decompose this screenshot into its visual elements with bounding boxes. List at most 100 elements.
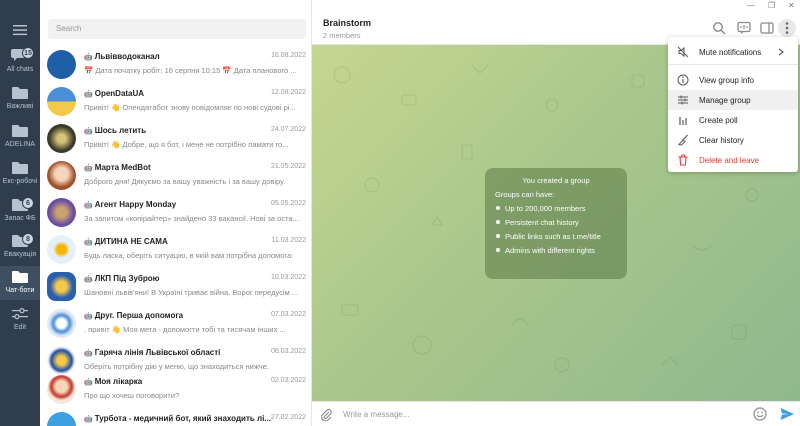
chat-item[interactable]: 🤖 ДИТИНА НЕ САМА 11.03.2022 Будь ласка, о…: [40, 231, 311, 268]
sidebar-toggle-icon[interactable]: [760, 21, 774, 35]
bot-icon: 🤖: [84, 239, 93, 246]
bot-icon: 🤖: [84, 165, 93, 172]
chat-item[interactable]: 🤖 Турбота - медичний бот, який знаходить …: [40, 408, 311, 426]
send-icon[interactable]: [779, 406, 795, 422]
restore-button[interactable]: ❐: [768, 1, 775, 10]
folder-icon: [12, 162, 28, 174]
bot-icon: 🤖: [84, 313, 93, 320]
folder-important[interactable]: Важливі: [0, 86, 40, 124]
attach-icon[interactable]: [320, 408, 332, 421]
menu-item-mute[interactable]: Mute notifications: [668, 42, 798, 62]
chat-preview: Доброго дня! Дякуємо за вашу уважність і…: [84, 177, 286, 186]
unread-badge: 6: [22, 197, 34, 209]
folder-icon: [12, 125, 28, 137]
chat-name: Гаряча лінія Львівської області: [94, 348, 221, 357]
folder-label: Чат-боти: [5, 287, 35, 294]
emoji-icon[interactable]: [753, 407, 767, 421]
chat-name: Агент Happy Monday: [94, 200, 177, 209]
menu-item-label: Create poll: [699, 116, 738, 125]
menu-item-create-poll[interactable]: Create poll: [668, 110, 798, 130]
menu-item-view-group-info[interactable]: View group info: [668, 70, 798, 90]
chat-name: Турбота - медичний бот, який знаходить л…: [94, 414, 271, 423]
unread-badge: 15: [22, 47, 34, 59]
chat-date: 24.07.2022: [270, 126, 306, 133]
folder-label: Екс-робочі: [2, 178, 38, 185]
search-icon[interactable]: [712, 21, 726, 35]
chat-item[interactable]: 🤖 Агент Happy Monday 05.05.2022 За запито…: [40, 194, 311, 231]
sliders-icon: [12, 308, 28, 320]
broom-icon: [678, 134, 688, 146]
chat-item[interactable]: 🤖 Моя лікарка 02.03.2022 Про що хочеш пог…: [40, 371, 311, 408]
minimize-button[interactable]: —: [747, 1, 755, 10]
chat-preview: Привіт! 👋 Добре, що я бот, і мене не пот…: [84, 140, 289, 149]
video-chat-icon[interactable]: [737, 21, 751, 35]
chat-options-menu: Mute notifications View group info Manag…: [668, 37, 798, 172]
chat-item[interactable]: 🤖 Марта MedBot 21.05.2022 Доброго дня! Дя…: [40, 157, 311, 194]
chat-date: 27.02.2022: [270, 414, 306, 421]
menu-item-manage-group[interactable]: Manage group: [668, 90, 798, 110]
poll-icon: [679, 117, 687, 125]
service-list-item: Up to 200,000 members: [495, 204, 617, 213]
bot-icon: 🤖: [84, 91, 93, 98]
service-heading: Groups can have:: [495, 190, 555, 199]
folder-rail: 15 All chats Важливі ADELINA Екс-робочі …: [0, 0, 40, 426]
message-input[interactable]: Write a message...: [343, 410, 410, 419]
chat-item[interactable]: 🤖 Шось летить 24.07.2022 Привіт! 👋 Добре,…: [40, 120, 311, 157]
bot-icon: 🤖: [84, 276, 93, 283]
more-options-button[interactable]: [778, 19, 796, 37]
folder-ex-work[interactable]: Екс-робочі: [0, 161, 40, 199]
folder-label: Евакуація: [3, 251, 36, 258]
menu-item-label: Manage group: [699, 96, 751, 105]
chat-list: Search 🤖 Львівводоканал 16.08.2022 📅 Дата…: [40, 0, 312, 426]
avatar: [47, 87, 76, 116]
folder-fb-reserve[interactable]: 6 Запас ФБ: [0, 197, 40, 236]
bot-icon: 🤖: [84, 379, 93, 386]
search-input[interactable]: Search: [48, 19, 306, 39]
chat-title: Brainstorm: [323, 18, 372, 28]
avatar: [47, 309, 76, 338]
service-list-item: Persistent chat history: [495, 218, 617, 227]
chat-preview: Оберіть потрібну дію у меню, що знаходит…: [84, 362, 269, 371]
menu-item-clear-history[interactable]: Clear history: [668, 130, 798, 150]
avatar: [47, 235, 76, 264]
chat-name: Моя лікарка: [94, 377, 143, 386]
bot-icon: 🤖: [84, 128, 93, 135]
message-composer: Write a message...: [312, 401, 800, 426]
close-window-button[interactable]: ✕: [788, 1, 795, 10]
folder-all-chats[interactable]: 15 All chats: [0, 47, 40, 86]
group-created-message: You created a group Groups can have: Up …: [485, 168, 627, 279]
member-count: 2 members: [323, 31, 361, 40]
service-list-item: Admins with different rights: [495, 246, 617, 255]
folder-adelina[interactable]: ADELINA: [0, 124, 40, 162]
folder-label: ADELINA: [5, 141, 35, 148]
chat-item[interactable]: 🤖 Львівводоканал 16.08.2022 📅 Дата початк…: [40, 46, 311, 83]
chat-item[interactable]: 🤖 ЛКП Під Зуброю 10.03.2022 Шановні львів…: [40, 268, 311, 305]
folder-edit[interactable]: Edit: [0, 308, 40, 346]
mute-icon: [677, 46, 689, 58]
menu-separator: [668, 64, 798, 65]
menu-item-label: Clear history: [699, 136, 744, 145]
avatar: [47, 272, 76, 301]
chat-date: 07.03.2022: [270, 311, 306, 318]
chat-name: Шось летить: [94, 126, 147, 135]
main-menu-button[interactable]: [0, 18, 40, 42]
folder-label: Важливі: [6, 103, 34, 110]
trash-icon: [678, 154, 688, 166]
menu-item-delete-and-leave[interactable]: Delete and leave: [668, 150, 798, 170]
chat-date: 06.03.2022: [270, 348, 306, 355]
chat-preview: Про що хочеш поговорити?: [84, 391, 180, 400]
sliders-icon: [678, 95, 688, 105]
folder-label: Edit: [13, 324, 27, 331]
chat-item[interactable]: 🤖 Друг. Перша допомога 07.03.2022 . приві…: [40, 305, 311, 342]
chat-item[interactable]: 🤖 OpenDataUA 12.08.2022 Привіт! 👋 Опендат…: [40, 83, 311, 120]
bot-icon: 🤖: [84, 350, 93, 357]
avatar: [47, 412, 76, 426]
chat-preview: 📅 Дата початку робіт: 16 серпня 10:15 📅 …: [84, 66, 297, 75]
more-vertical-icon: [785, 22, 789, 34]
folder-chat-bots[interactable]: Чат-боти: [0, 266, 40, 300]
chat-preview: Привіт! 👋 Опендатабот знову повідомляє п…: [84, 103, 296, 112]
chat-preview: Будь ласка, оберіть ситуацію, в якій вам…: [84, 251, 294, 260]
avatar: [47, 50, 76, 79]
chevron-right-icon: [778, 48, 784, 56]
menu-item-label: View group info: [699, 76, 754, 85]
